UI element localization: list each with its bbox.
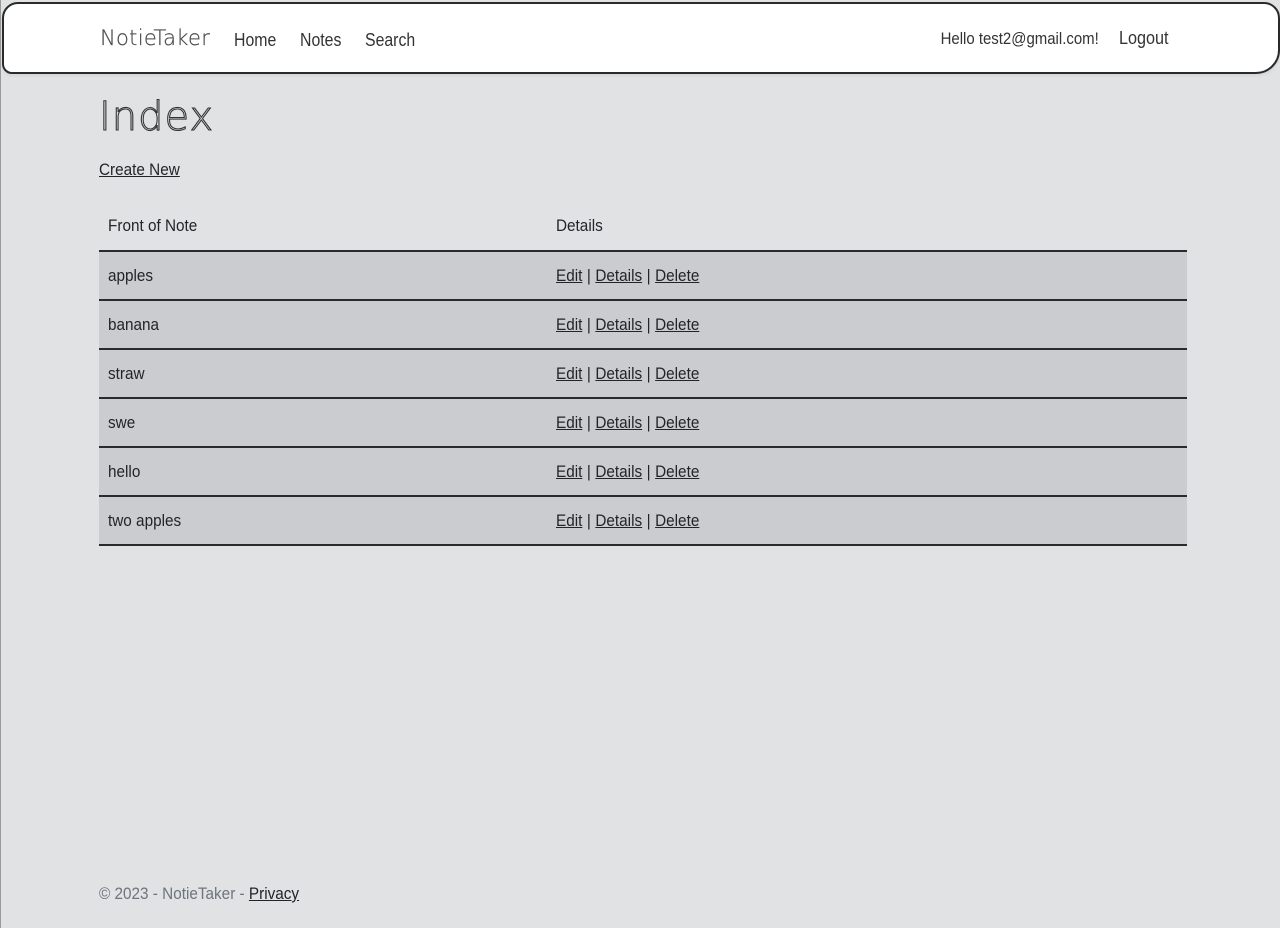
note-actions-cell: Edit | Details | Delete: [547, 251, 1187, 301]
action-separator: |: [646, 412, 651, 432]
table-row: banana Edit | Details | Delete: [99, 300, 1187, 350]
edit-link[interactable]: Edit: [556, 511, 582, 530]
action-separator: |: [586, 363, 591, 383]
header-details: Details: [547, 202, 1187, 252]
details-link[interactable]: Details: [595, 364, 642, 383]
note-front-cell: banana: [99, 300, 547, 350]
action-separator: |: [646, 265, 651, 285]
action-separator: |: [586, 412, 591, 432]
note-actions-cell: Edit | Details | Delete: [547, 447, 1187, 497]
table-row: swe Edit | Details | Delete: [99, 398, 1187, 448]
table-row: hello Edit | Details | Delete: [99, 447, 1187, 497]
note-front-text: banana: [108, 314, 160, 334]
action-separator: |: [646, 461, 651, 481]
note-actions-cell: Edit | Details | Delete: [547, 300, 1187, 350]
table-row: two apples Edit | Details | Delete: [99, 496, 1187, 546]
row-actions: Edit | Details | Delete: [556, 511, 699, 531]
delete-link[interactable]: Delete: [655, 413, 699, 432]
edit-link[interactable]: Edit: [556, 462, 582, 481]
action-separator: |: [646, 363, 651, 383]
delete-link[interactable]: Delete: [655, 266, 699, 285]
note-actions-cell: Edit | Details | Delete: [547, 496, 1187, 546]
edit-link[interactable]: Edit: [556, 364, 582, 383]
details-link[interactable]: Details: [595, 315, 642, 334]
row-actions: Edit | Details | Delete: [556, 266, 699, 286]
note-front-text: swe: [108, 412, 136, 432]
user-nav: Hello test2@gmail.com! Logout: [919, 28, 1174, 49]
note-front-cell: two apples: [99, 496, 547, 546]
note-front-cell: apples: [99, 251, 547, 301]
table-header-row: Front of Note Details: [99, 202, 1187, 252]
action-separator: |: [646, 510, 651, 530]
row-actions: Edit | Details | Delete: [556, 413, 699, 433]
brand-link[interactable]: NotieTaker: [100, 26, 210, 50]
details-link[interactable]: Details: [595, 511, 642, 530]
nav-home-link[interactable]: Home: [234, 30, 276, 51]
note-front-text: straw: [108, 363, 145, 383]
note-actions-cell: Edit | Details | Delete: [547, 349, 1187, 399]
notes-table: Front of Note Details apples Edit | Detail…: [99, 202, 1187, 546]
table-body: apples Edit | Details | Delete banana Edit | D…: [99, 251, 1187, 546]
table-row: straw Edit | Details | Delete: [99, 349, 1187, 399]
privacy-link[interactable]: Privacy: [249, 884, 299, 903]
note-actions-cell: Edit | Details | Delete: [547, 398, 1187, 448]
action-separator: |: [586, 461, 591, 481]
nav-search-link[interactable]: Search: [365, 30, 415, 51]
page-title: Index: [98, 93, 215, 140]
user-greeting: Hello test2@gmail.com!: [940, 28, 1099, 48]
footer-copyright: © 2023 - NotieTaker -: [99, 884, 245, 903]
note-front-text: two apples: [108, 510, 182, 530]
edit-link[interactable]: Edit: [556, 315, 582, 334]
details-link[interactable]: Details: [595, 266, 642, 285]
edit-link[interactable]: Edit: [556, 266, 582, 285]
action-separator: |: [586, 510, 591, 530]
top-navbar: NotieTaker Home Notes Search Hello test2…: [2, 2, 1280, 74]
delete-link[interactable]: Delete: [655, 511, 699, 530]
details-link[interactable]: Details: [595, 462, 642, 481]
main-nav: Home Notes Search: [234, 30, 422, 51]
action-separator: |: [586, 265, 591, 285]
edit-link[interactable]: Edit: [556, 413, 582, 432]
logout-button[interactable]: Logout: [1119, 28, 1169, 49]
row-actions: Edit | Details | Delete: [556, 364, 699, 384]
note-front-cell: straw: [99, 349, 547, 399]
note-front-text: hello: [108, 461, 141, 481]
table-row: apples Edit | Details | Delete: [99, 251, 1187, 301]
note-front-cell: swe: [99, 398, 547, 448]
note-front-cell: hello: [99, 447, 547, 497]
footer: © 2023 - NotieTaker - Privacy: [99, 884, 299, 904]
delete-link[interactable]: Delete: [655, 315, 699, 334]
row-actions: Edit | Details | Delete: [556, 315, 699, 335]
action-separator: |: [646, 314, 651, 334]
delete-link[interactable]: Delete: [655, 462, 699, 481]
delete-link[interactable]: Delete: [655, 364, 699, 383]
action-separator: |: [586, 314, 591, 334]
create-new-link[interactable]: Create New: [99, 160, 180, 180]
row-actions: Edit | Details | Delete: [556, 462, 699, 482]
header-front-of-note: Front of Note: [99, 202, 547, 252]
details-link[interactable]: Details: [595, 413, 642, 432]
note-front-text: apples: [108, 265, 154, 285]
nav-notes-link[interactable]: Notes: [300, 30, 341, 51]
